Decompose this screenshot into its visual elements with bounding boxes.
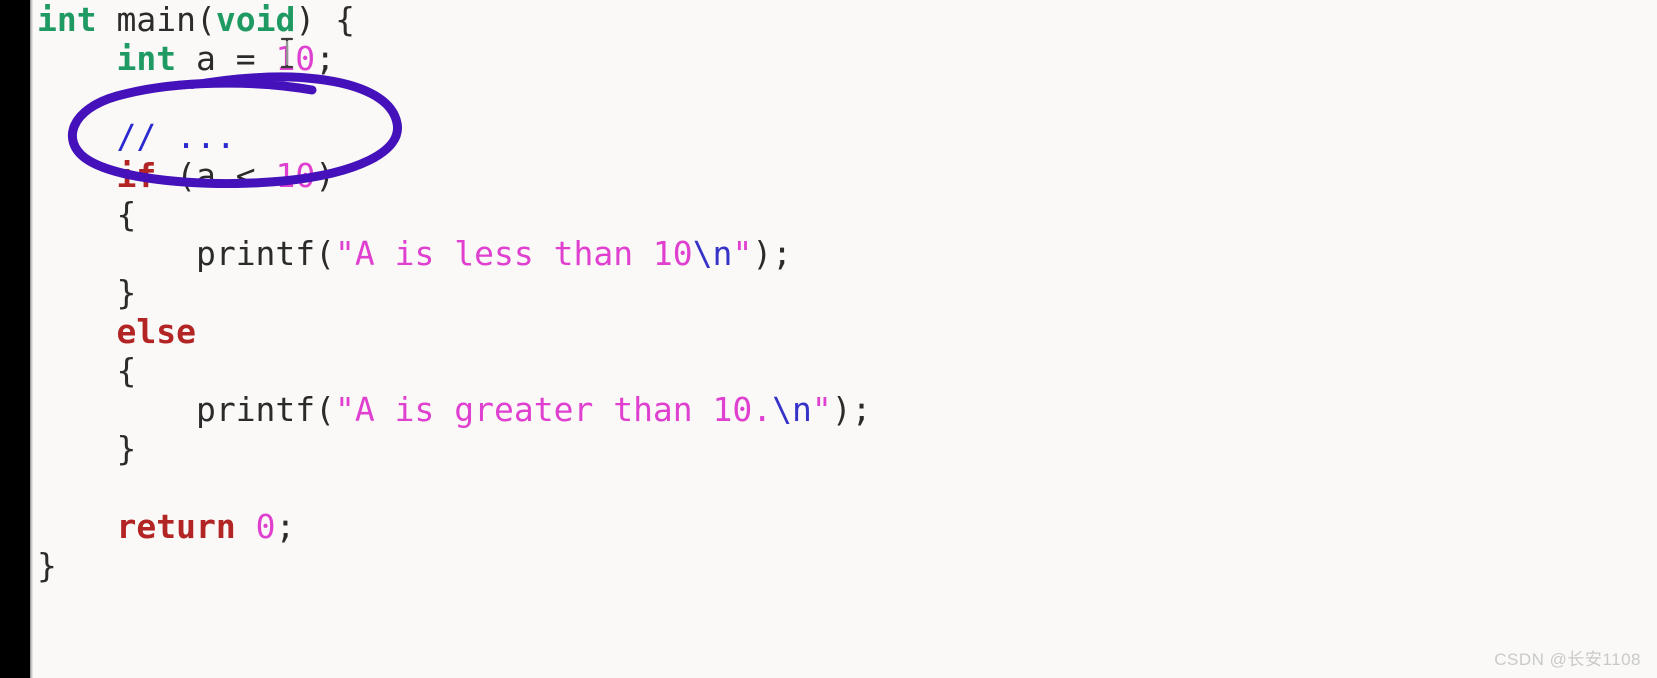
code-token: A is greater than 10. <box>354 390 773 429</box>
code-token: \n <box>692 234 733 273</box>
code-line[interactable]: printf("A is greater than 10.\n"); <box>33 390 1657 429</box>
code-token: { <box>315 0 355 39</box>
code-line[interactable] <box>33 78 1657 117</box>
code-token: else <box>116 312 196 351</box>
code-token: if <box>116 156 157 195</box>
code-line[interactable]: } <box>33 546 1657 585</box>
code-token: ); <box>831 390 872 429</box>
code-token: \n <box>772 390 812 429</box>
code-token: int <box>37 0 97 39</box>
code-token: int <box>116 39 177 78</box>
csdn-watermark: CSDN @长安1108 <box>1494 650 1641 669</box>
code-token: 10 <box>275 156 316 195</box>
code-token: { <box>37 351 137 390</box>
code-token: 10 <box>275 39 316 78</box>
code-line[interactable]: return 0; <box>33 507 1657 546</box>
code-token: A is less than 10 <box>354 234 693 273</box>
code-line[interactable]: printf("A is less than 10\n"); <box>33 234 1657 273</box>
code-token: " <box>811 390 832 429</box>
code-token: // ... <box>116 117 236 156</box>
code-line[interactable]: } <box>33 273 1657 312</box>
code-token: ) <box>315 156 336 195</box>
code-token: printf <box>195 234 316 273</box>
code-token: 0 <box>255 507 276 546</box>
code-token: { <box>37 195 137 234</box>
code-editor-content[interactable]: int main(void) { int a = 10; // ... if (… <box>33 0 1657 678</box>
code-token: ( <box>195 0 216 39</box>
code-token: ( <box>315 234 336 273</box>
code-token: ( <box>315 390 336 429</box>
code-token: ); <box>752 234 793 273</box>
code-token: (a < <box>156 156 276 195</box>
code-line[interactable]: if (a < 10) <box>33 156 1657 195</box>
code-token: main <box>116 0 196 39</box>
code-line[interactable]: int a = 10; <box>33 39 1657 78</box>
code-token: printf <box>195 390 316 429</box>
screenshot-root: int main(void) { int a = 10; // ... if (… <box>0 0 1657 678</box>
code-token: ; <box>275 507 296 546</box>
code-token: " <box>732 234 753 273</box>
code-token: a = <box>176 39 276 78</box>
code-token: void <box>215 0 296 39</box>
code-line[interactable]: else <box>33 312 1657 351</box>
left-black-gutter <box>0 0 30 678</box>
code-line[interactable]: // ... <box>33 117 1657 156</box>
code-line[interactable]: { <box>33 195 1657 234</box>
code-line[interactable]: int main(void) { <box>33 0 1657 39</box>
code-token: } <box>37 273 137 312</box>
code-line[interactable]: } <box>33 429 1657 468</box>
code-line[interactable] <box>33 468 1657 507</box>
code-token: " <box>335 390 355 429</box>
code-token: } <box>37 429 137 468</box>
code-token: ; <box>315 39 336 78</box>
code-token: return <box>116 507 236 546</box>
code-token: } <box>37 546 57 585</box>
code-token: ) <box>295 0 316 39</box>
code-token: " <box>335 234 355 273</box>
code-line[interactable]: { <box>33 351 1657 390</box>
